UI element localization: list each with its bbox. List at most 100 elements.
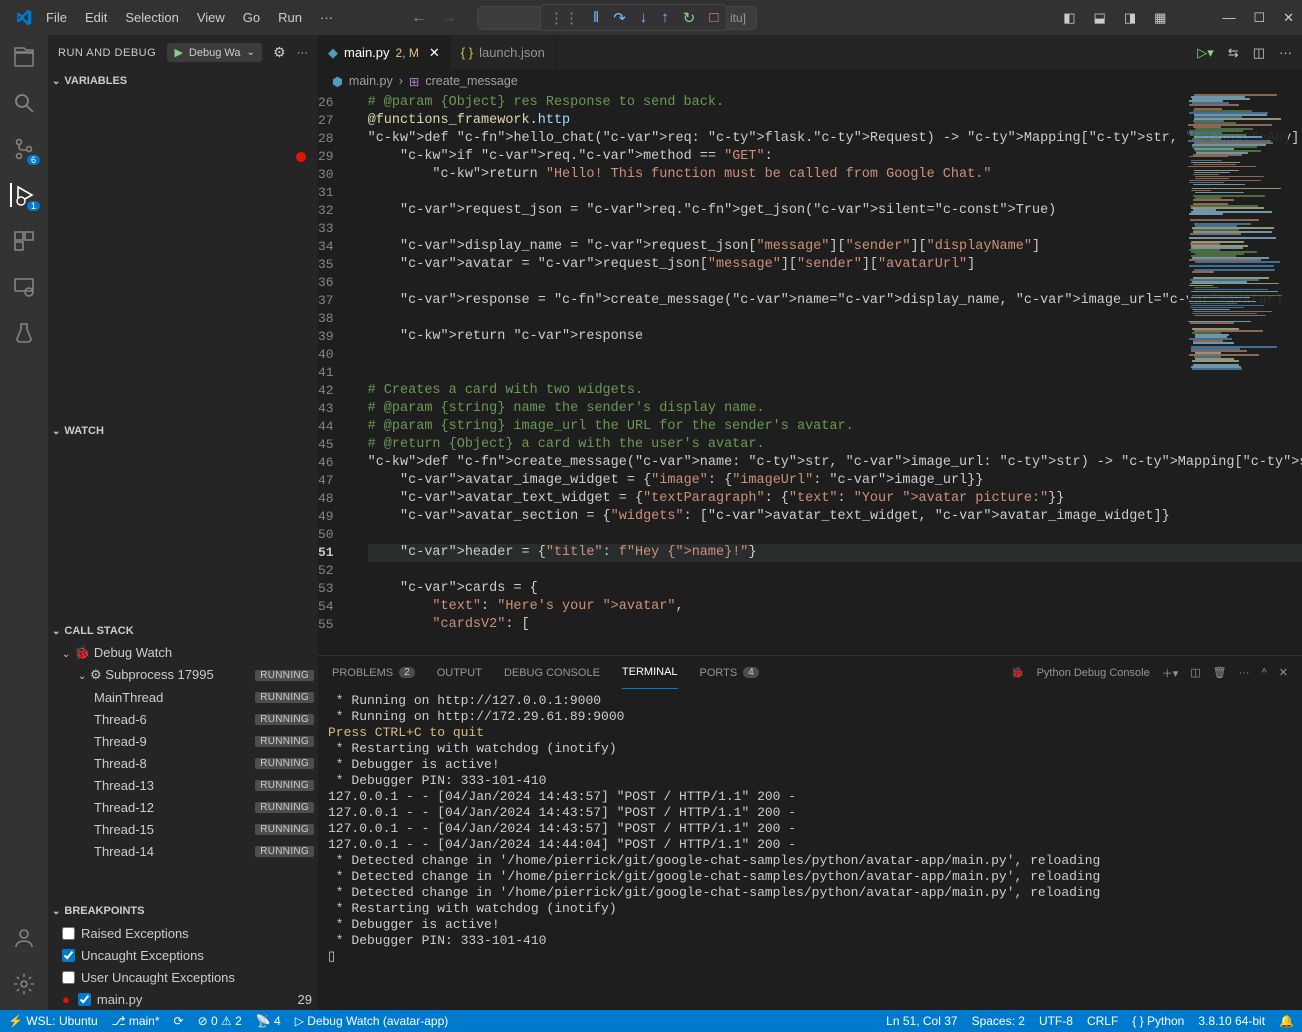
callstack-row[interactable]: Thread-15RUNNING xyxy=(48,818,318,840)
layout-grid-icon[interactable]: ▦ xyxy=(1154,10,1166,26)
activity-bar: 6 1 xyxy=(0,35,48,1010)
title-bar: File Edit Selection View Go Run ··· ← → … xyxy=(0,0,1302,35)
new-terminal-icon[interactable]: ＋▾ xyxy=(1162,665,1179,681)
editor-tab[interactable]: { }launch.json xyxy=(451,35,556,70)
section-variables[interactable]: ⌄VARIABLES xyxy=(48,70,318,92)
kill-terminal-icon[interactable]: 🗑 xyxy=(1213,666,1227,679)
editor-tab[interactable]: ◆main.py2, M✕ xyxy=(318,35,451,70)
callstack-row[interactable]: Thread-13RUNNING xyxy=(48,774,318,796)
breakpoint-row[interactable]: ●main.py29 xyxy=(48,988,318,1010)
breadcrumb[interactable]: ⬢ main.py › ⊞ create_message xyxy=(318,70,1302,92)
eol-status[interactable]: CRLF xyxy=(1087,1014,1118,1028)
callstack-row[interactable]: Thread-8RUNNING xyxy=(48,752,318,774)
restart-icon[interactable]: ↻ xyxy=(683,9,696,27)
git-branch[interactable]: ⎇ main* xyxy=(112,1014,160,1028)
callstack-row[interactable]: Thread-9RUNNING xyxy=(48,730,318,752)
run-file-icon[interactable]: ▷▾ xyxy=(1197,45,1214,61)
split-terminal-icon[interactable]: ◫ xyxy=(1190,666,1200,679)
remote-explorer-icon[interactable] xyxy=(12,275,36,299)
panel-tab-output[interactable]: OUTPUT xyxy=(437,656,482,689)
testing-icon[interactable] xyxy=(12,321,36,345)
code-editor[interactable]: 2627282930313233343536373839404142434445… xyxy=(318,92,1302,655)
section-breakpoints[interactable]: ⌄BREAKPOINTS xyxy=(48,900,318,922)
search-icon[interactable] xyxy=(12,91,36,115)
layout-right-icon[interactable]: ◨ xyxy=(1124,10,1136,26)
terminal-profile[interactable]: Python Debug Console xyxy=(1037,667,1150,679)
breakpoint-row[interactable]: User Uncaught Exceptions xyxy=(48,966,318,988)
step-into-icon[interactable]: ↓ xyxy=(640,9,648,26)
menu-file[interactable]: File xyxy=(38,6,75,29)
more-icon[interactable]: ··· xyxy=(297,47,308,59)
close-tab-icon[interactable]: ✕ xyxy=(429,45,440,61)
breakpoint-row[interactable]: Raised Exceptions xyxy=(48,922,318,944)
panel-tab-problems[interactable]: PROBLEMS2 xyxy=(332,656,415,689)
split-icon[interactable]: ◫ xyxy=(1253,45,1265,61)
breadcrumb-symbol: create_message xyxy=(425,74,517,88)
problems-status[interactable]: ⊘ 0 ⚠ 2 xyxy=(198,1014,242,1028)
run-debug-icon[interactable]: 1 xyxy=(10,183,36,207)
interpreter[interactable]: 3.8.10 64-bit xyxy=(1198,1014,1265,1028)
callstack-row[interactable]: Thread-14RUNNING xyxy=(48,840,318,862)
notifications-icon[interactable]: 🔔 xyxy=(1279,1014,1294,1028)
cursor-pos[interactable]: Ln 51, Col 37 xyxy=(886,1014,957,1028)
callstack-row[interactable]: ⌄ 🐞 Debug Watch xyxy=(48,642,318,664)
ports-status[interactable]: 📡 4 xyxy=(256,1014,281,1028)
explorer-icon[interactable] xyxy=(12,45,36,69)
maximize-panel-icon[interactable]: ^ xyxy=(1262,667,1267,679)
debug-toolbar: ⋮⋮ ‖ ↷ ↓ ↑ ↻ □ xyxy=(540,4,727,31)
sidebar-title: RUN AND DEBUG xyxy=(58,47,156,59)
callstack-row[interactable]: Thread-6RUNNING xyxy=(48,708,318,730)
step-out-icon[interactable]: ↑ xyxy=(661,9,669,26)
callstack-row[interactable]: Thread-12RUNNING xyxy=(48,796,318,818)
remote-indicator[interactable]: ⚡ WSL: Ubuntu xyxy=(8,1014,98,1028)
debug-config-label: Debug Wa xyxy=(189,47,241,59)
drag-handle-icon[interactable]: ⋮⋮ xyxy=(549,9,579,27)
indent-status[interactable]: Spaces: 2 xyxy=(972,1014,1025,1028)
more-icon[interactable]: ··· xyxy=(1239,667,1250,679)
layout-bottom-icon[interactable]: ⬓ xyxy=(1094,10,1106,26)
menu-view[interactable]: View xyxy=(189,6,233,29)
close-panel-icon[interactable]: ✕ xyxy=(1279,666,1288,679)
breakpoint-checkbox[interactable] xyxy=(78,993,91,1006)
breakpoint-row[interactable]: Uncaught Exceptions xyxy=(48,944,318,966)
panel-tab-debug-console[interactable]: DEBUG CONSOLE xyxy=(504,656,600,689)
sync-icon[interactable]: ⟳ xyxy=(174,1014,184,1028)
maximize-icon[interactable]: ☐ xyxy=(1253,10,1265,26)
callstack-row[interactable]: ⌄ ⚙ Subprocess 17995RUNNING xyxy=(48,664,318,686)
pause-icon[interactable]: ‖ xyxy=(593,9,599,26)
minimap[interactable] xyxy=(1188,92,1288,452)
breakpoint-checkbox[interactable] xyxy=(62,949,75,962)
nav-back-icon[interactable]: ← xyxy=(411,9,427,27)
stop-icon[interactable]: □ xyxy=(709,9,718,26)
layout-left-icon[interactable]: ◧ xyxy=(1063,10,1075,26)
breakpoint-checkbox[interactable] xyxy=(62,927,75,940)
extensions-icon[interactable] xyxy=(12,229,36,253)
menu-selection[interactable]: Selection xyxy=(117,6,186,29)
panel-tab-terminal[interactable]: TERMINAL xyxy=(622,656,678,689)
terminal-output[interactable]: * Running on http://127.0.0.1:9000 * Run… xyxy=(318,689,1302,1010)
play-icon: ▶ xyxy=(174,46,182,59)
panel-tab-ports[interactable]: PORTS4 xyxy=(700,656,759,689)
debug-status[interactable]: ▷ Debug Watch (avatar-app) xyxy=(295,1014,449,1028)
diff-icon[interactable]: ⇆ xyxy=(1228,45,1239,61)
close-icon[interactable]: ✕ xyxy=(1283,10,1294,26)
menu-edit[interactable]: Edit xyxy=(77,6,115,29)
callstack-row[interactable]: MainThreadRUNNING xyxy=(48,686,318,708)
lang-mode[interactable]: { } Python xyxy=(1132,1014,1184,1028)
more-icon[interactable]: ··· xyxy=(1279,45,1292,60)
account-icon[interactable] xyxy=(12,926,36,950)
encoding-status[interactable]: UTF-8 xyxy=(1039,1014,1073,1028)
minimize-icon[interactable]: — xyxy=(1222,10,1235,25)
gear-icon[interactable]: ⚙ xyxy=(273,44,286,61)
step-over-icon[interactable]: ↷ xyxy=(613,9,626,27)
breakpoint-checkbox[interactable] xyxy=(62,971,75,984)
scm-icon[interactable]: 6 xyxy=(12,137,36,161)
section-watch[interactable]: ⌄WATCH xyxy=(48,420,318,442)
menu-run[interactable]: Run xyxy=(270,6,310,29)
section-callstack[interactable]: ⌄CALL STACK xyxy=(48,620,318,642)
menu-go[interactable]: Go xyxy=(235,6,268,29)
debug-config-select[interactable]: ▶ Debug Wa ⌄ xyxy=(167,43,261,62)
menu-overflow[interactable]: ··· xyxy=(312,6,341,29)
settings-icon[interactable] xyxy=(12,972,36,996)
nav-fwd-icon[interactable]: → xyxy=(441,9,457,27)
